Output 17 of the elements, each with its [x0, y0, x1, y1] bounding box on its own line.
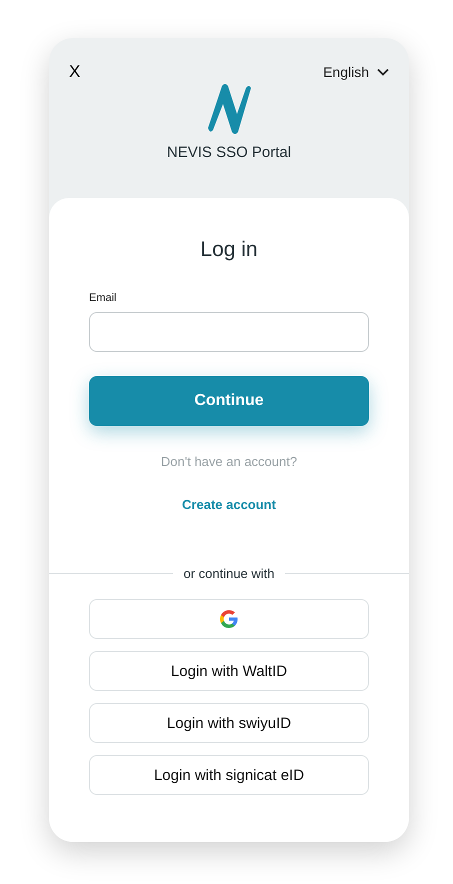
close-button[interactable]: X: [69, 62, 80, 82]
email-label: Email: [89, 292, 118, 304]
divider-text: or continue with: [183, 566, 275, 581]
email-field[interactable]: [89, 312, 369, 352]
create-account-link[interactable]: Create account: [182, 497, 276, 512]
logo-icon: [205, 82, 253, 136]
login-provider-button[interactable]: Login with WaltID: [89, 651, 369, 691]
login-provider-button[interactable]: Login with swiyuID: [89, 703, 369, 743]
portal-name: NEVIS SSO Portal: [166, 144, 292, 161]
no-account-text: Don't have an account?: [160, 454, 298, 469]
login-title: Log in: [200, 238, 258, 262]
chevron-down-icon: [377, 68, 389, 76]
login-provider-button[interactable]: Login with signicat eID: [89, 755, 369, 795]
language-dropdown[interactable]: English: [323, 64, 389, 80]
g-logo-icon: [220, 610, 238, 628]
continue-button[interactable]: Continue: [89, 376, 369, 426]
g-login-button[interactable]: [89, 599, 369, 639]
